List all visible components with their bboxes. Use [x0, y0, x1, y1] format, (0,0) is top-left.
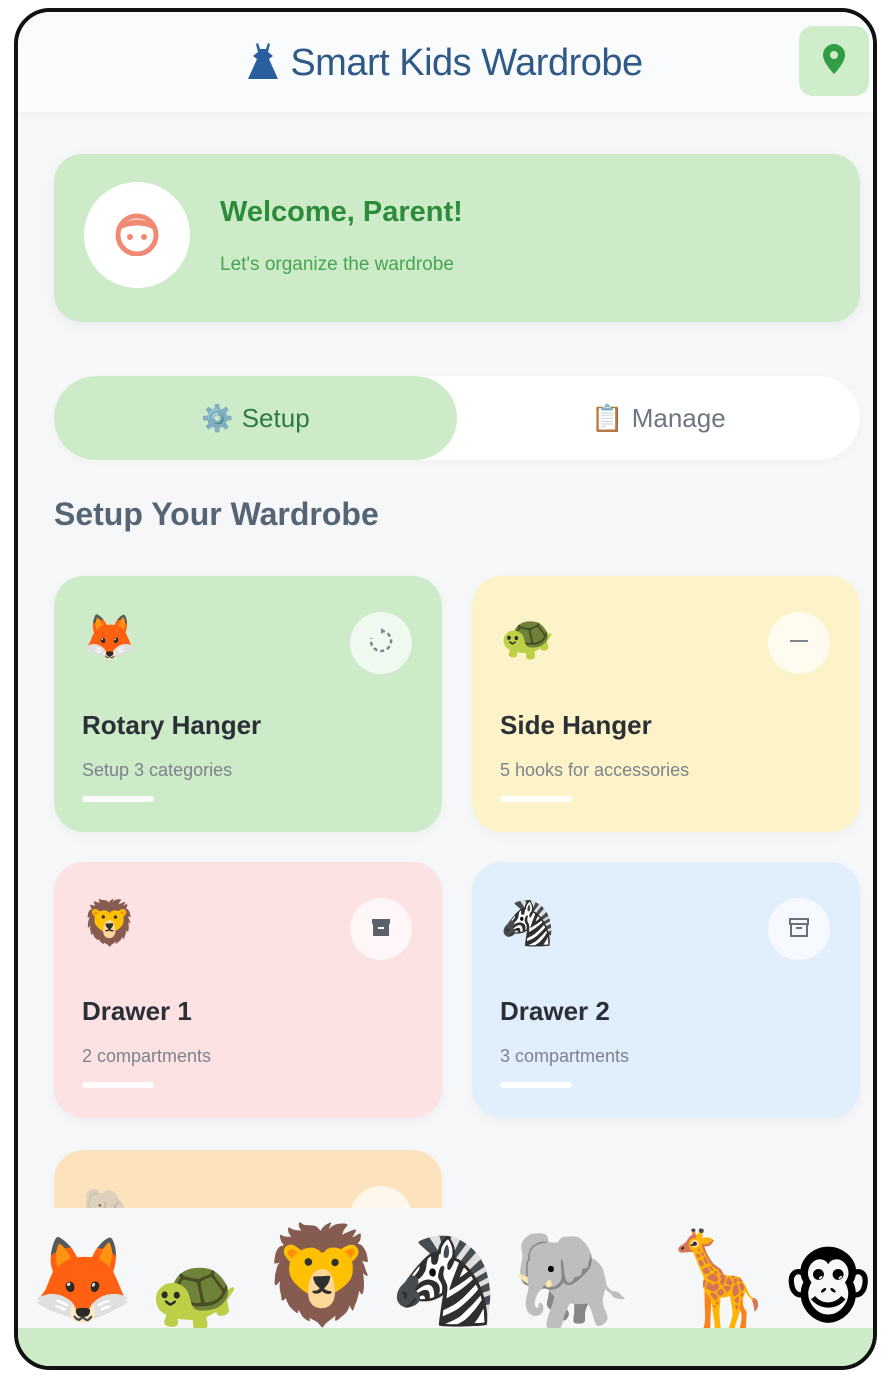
card-title: Drawer 2 [500, 996, 610, 1026]
turtle-icon: 🐢 [150, 1254, 240, 1334]
archive-button[interactable] [768, 898, 830, 960]
fox-icon: 🦊 [82, 613, 137, 662]
animal-parade: 🦊 🐢 🦁 🦓 🐘 🦒 🐵 [18, 1208, 873, 1348]
card-rotary-hanger[interactable]: 🦊 Rotary Hanger Setup 3 categories [54, 576, 442, 832]
card-action-button[interactable] [350, 1186, 412, 1208]
app-header: Smart Kids Wardrobe [18, 12, 873, 112]
dress-icon [248, 43, 279, 89]
card-title: Drawer 1 [82, 996, 192, 1026]
tab-bar: ⚙️ Setup 📋 Manage [54, 376, 860, 460]
avatar [84, 182, 190, 288]
card-partial[interactable]: 🐘 [54, 1150, 442, 1208]
welcome-card: Welcome, Parent! Let's organize the ward… [54, 154, 860, 322]
bottom-bar [18, 1328, 873, 1366]
tab-setup[interactable]: ⚙️ Setup [54, 376, 457, 460]
welcome-title: Welcome, Parent! [220, 196, 463, 228]
lion-icon: 🦁 [82, 899, 137, 948]
child-face-icon [114, 210, 160, 261]
location-pin-icon [823, 43, 845, 79]
tab-label: Setup [241, 402, 310, 433]
location-button[interactable] [799, 26, 869, 96]
archive-box-outline-icon [787, 915, 811, 944]
card-subtitle: 2 compartments [82, 1046, 212, 1066]
lion-icon: 🦁 [262, 1222, 382, 1329]
card-subtitle: 3 compartments [500, 1046, 630, 1066]
rotate-button[interactable] [350, 612, 412, 674]
zebra-icon: 🦓 [390, 1233, 498, 1329]
rotate-icon [368, 627, 394, 659]
welcome-subtitle: Let's organize the wardrobe [220, 254, 454, 275]
minus-button[interactable] [768, 612, 830, 674]
zebra-icon: 🦓 [500, 899, 555, 948]
clipboard-icon: 📋 [591, 402, 624, 433]
card-side-hanger[interactable]: 🐢 Side Hanger 5 hooks for accessories [472, 576, 860, 832]
card-title: Side Hanger [500, 710, 652, 740]
card-progress-bar [82, 796, 154, 802]
turtle-icon: 🐢 [500, 613, 555, 662]
card-progress-bar [500, 1082, 572, 1088]
app-title: Smart Kids Wardrobe [18, 42, 873, 89]
section-title: Setup Your Wardrobe [54, 496, 379, 532]
card-drawer-2[interactable]: 🦓 Drawer 2 3 compartments [472, 862, 860, 1118]
card-progress-bar [82, 1082, 154, 1088]
elephant-icon: 🐘 [512, 1228, 632, 1335]
minus-icon [787, 629, 811, 658]
archive-box-icon [369, 915, 393, 944]
fox-icon: 🦊 [30, 1233, 135, 1327]
monkey-icon: 🐵 [782, 1245, 875, 1334]
card-progress-bar [500, 796, 572, 802]
archive-button[interactable] [350, 898, 412, 960]
card-subtitle: Setup 3 categories [82, 760, 233, 780]
card-title: Rotary Hanger [82, 710, 262, 740]
card-drawer-1[interactable]: 🦁 Drawer 1 2 compartments [54, 862, 442, 1118]
card-subtitle: 5 hooks for accessories [500, 760, 690, 780]
gear-icon: ⚙️ [201, 402, 234, 433]
phone-frame: Smart Kids Wardrobe Welcome, Parent! Let… [14, 8, 877, 1370]
giraffe-icon: 🦒 [658, 1228, 778, 1335]
tab-label: Manage [631, 402, 726, 433]
scroll-clip: 🐘 [18, 1150, 873, 1208]
tab-manage[interactable]: 📋 Manage [457, 376, 860, 460]
elephant-icon: 🐘 [82, 1188, 137, 1209]
